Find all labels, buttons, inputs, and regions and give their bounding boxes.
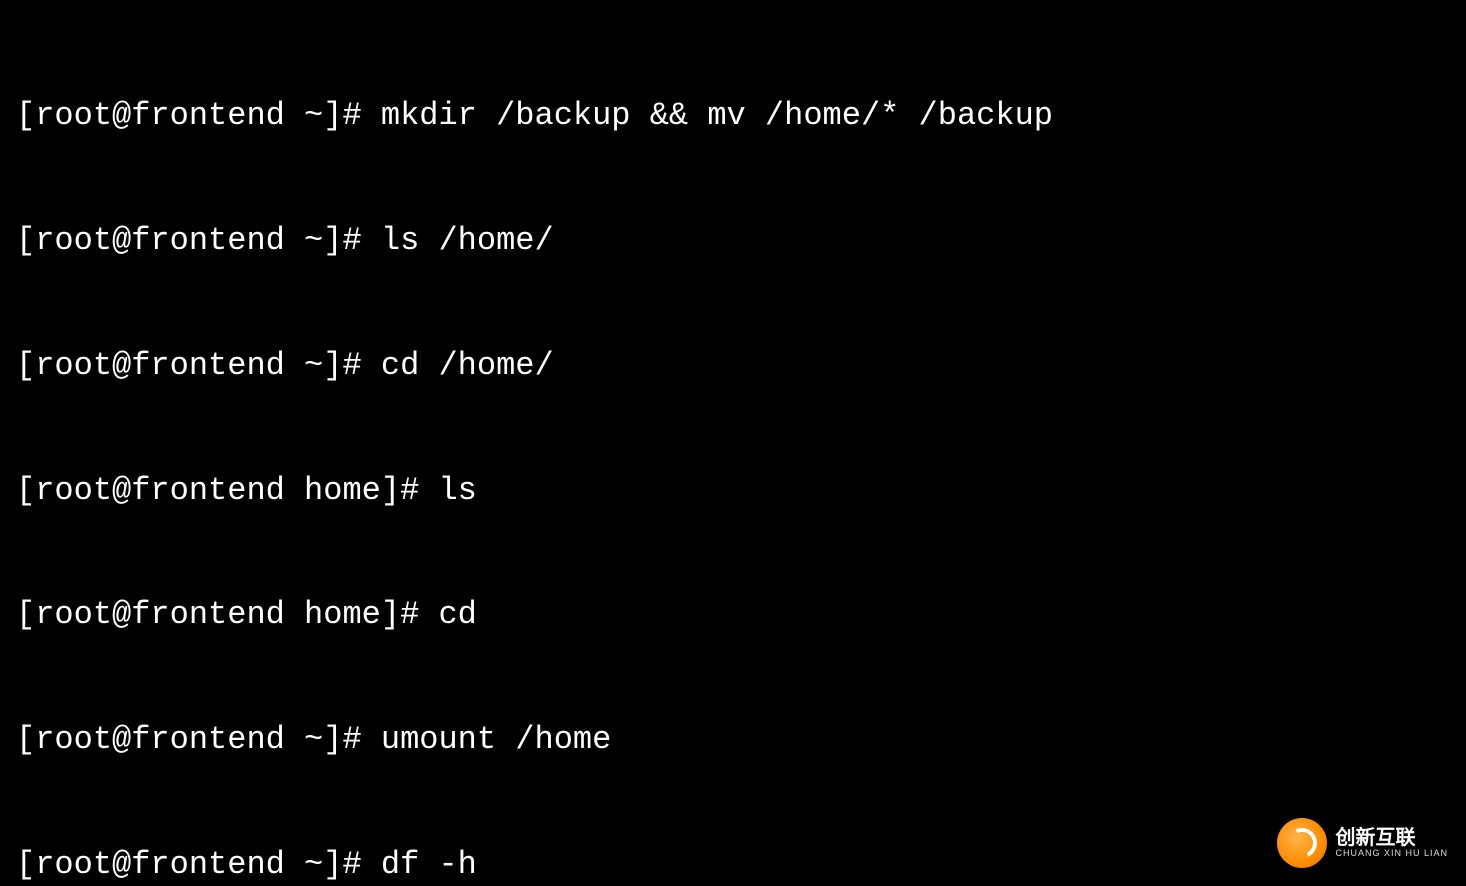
shell-prompt: [root@frontend ~]# [16,846,381,883]
cmd-line: [root@frontend ~]# df -h [16,844,1450,886]
watermark-cn: 创新互联 [1335,827,1448,849]
watermark-logo-icon [1277,818,1327,868]
cmd-line: [root@frontend home]# cd [16,594,1450,636]
shell-prompt: [root@frontend ~]# [16,222,381,259]
terminal[interactable]: [root@frontend ~]# mkdir /backup && mv /… [0,0,1466,886]
shell-command: ls /home/ [381,222,554,259]
shell-prompt: [root@frontend home]# [16,596,438,633]
cmd-line: [root@frontend ~]# ls /home/ [16,220,1450,262]
shell-command: umount /home [381,721,611,758]
cmd-line: [root@frontend ~]# mkdir /backup && mv /… [16,95,1450,137]
shell-command: cd [438,596,476,633]
watermark-en: CHUANG XIN HU LIAN [1335,849,1448,859]
watermark: 创新互联 CHUANG XIN HU LIAN [1277,818,1448,868]
shell-command: df -h [381,846,477,883]
shell-prompt: [root@frontend ~]# [16,721,381,758]
shell-prompt: [root@frontend home]# [16,472,438,509]
shell-command: ls [438,472,476,509]
cmd-line: [root@frontend home]# ls [16,470,1450,512]
cmd-line: [root@frontend ~]# umount /home [16,719,1450,761]
shell-command: cd /home/ [381,347,554,384]
shell-prompt: [root@frontend ~]# [16,347,381,384]
shell-prompt: [root@frontend ~]# [16,97,381,134]
cmd-line: [root@frontend ~]# cd /home/ [16,345,1450,387]
shell-command: mkdir /backup && mv /home/* /backup [381,97,1053,134]
watermark-text: 创新互联 CHUANG XIN HU LIAN [1335,827,1448,859]
